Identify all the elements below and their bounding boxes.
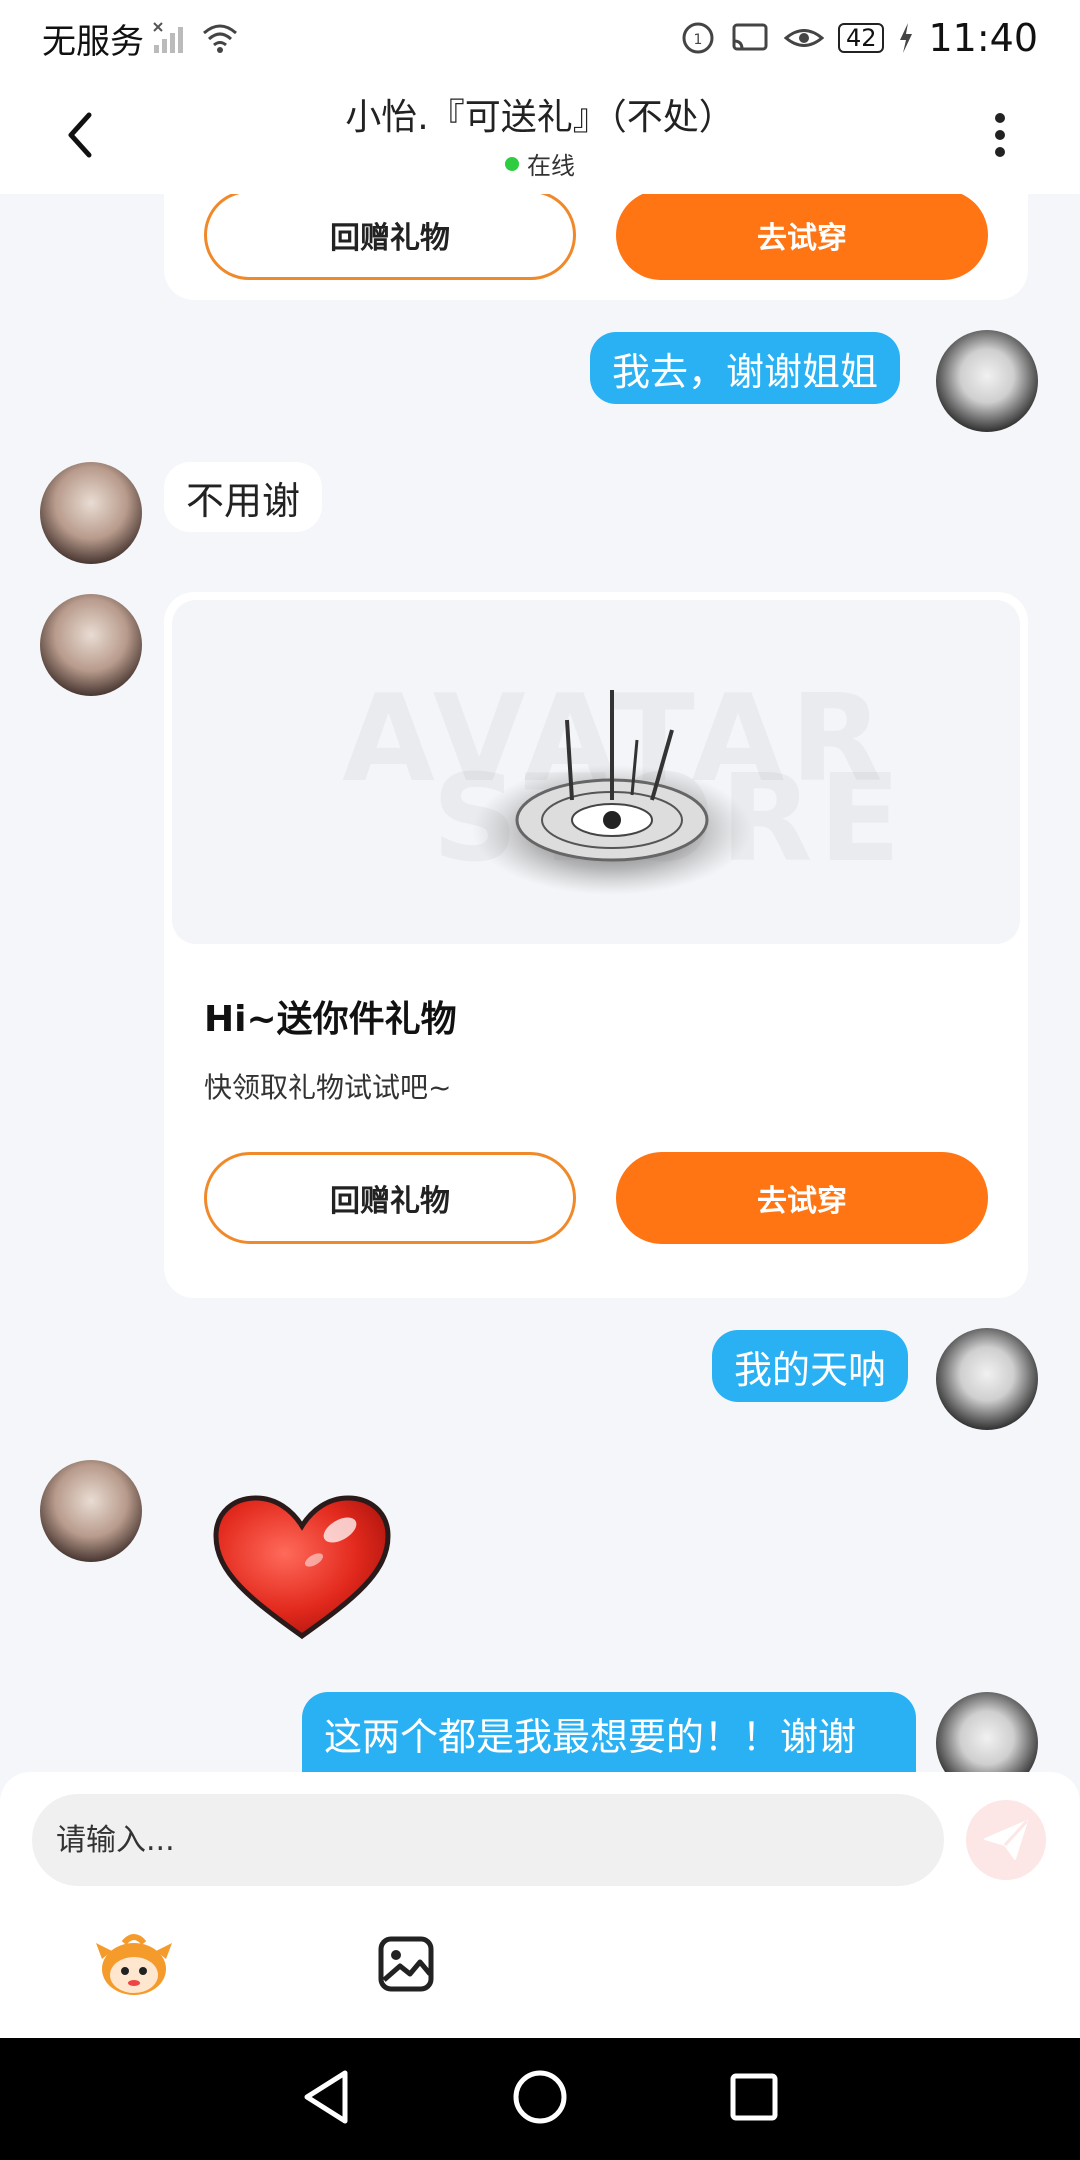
send-icon [984,1819,1029,1860]
status-bar: 无服务 1 42 11:40 [0,0,1080,76]
my-avatar[interactable] [936,330,1038,432]
charging-icon [898,23,914,53]
clock: 11:40 [928,16,1038,60]
gift-title: Hi~送你件礼物 [204,999,457,1040]
nav-back-button[interactable] [301,2069,351,2129]
image-icon [378,1936,434,1992]
contact-avatar[interactable] [40,594,142,696]
status-right: 1 42 11:40 [680,16,1038,60]
triangle-back-icon [304,2070,348,2124]
gift-card-previous: 回赠礼物 去试穿 [164,194,1028,300]
svg-text:1: 1 [693,32,702,48]
signal-off-icon [152,21,192,55]
online-label: 在线 [527,152,575,180]
heart-sticker-icon[interactable] [210,1494,394,1644]
message-bubble-outgoing[interactable]: 我去，谢谢姐姐 [590,332,901,404]
gift-image[interactable]: AVATAR STORE [172,600,1020,944]
magic-circle-item-icon [472,690,752,895]
data-saver-icon: 1 [680,20,716,56]
chat-header: 小怡.『可送礼』（不处） 在线 [0,76,1080,194]
emoji-mascot-icon [96,1934,172,1995]
return-gift-button[interactable]: 回赠礼物 [204,1152,576,1244]
my-avatar[interactable] [936,1692,1038,1772]
message-input[interactable] [32,1794,944,1886]
gift-subtitle: 快领取礼物试试吧~ [204,1071,452,1104]
message-bubble-incoming[interactable]: 不用谢 [164,462,323,532]
carrier-text: 无服务 [42,21,144,62]
online-dot-icon [505,156,519,171]
try-on-button[interactable]: 去试穿 [616,194,988,280]
chevron-left-icon [68,112,92,158]
send-button[interactable] [966,1800,1046,1880]
more-vertical-icon [995,113,1005,157]
contact-name: 小怡.『可送礼』（不处） [345,97,735,138]
cast-icon [730,21,770,55]
image-picker-button[interactable] [364,1922,448,2006]
contact-avatar[interactable] [40,1460,142,1562]
square-recents-icon [730,2073,778,2121]
message-composer [0,1772,1080,2038]
gift-card[interactable]: AVATAR STORE [164,592,1028,1298]
circle-home-icon [513,2070,567,2124]
nav-home-button[interactable] [512,2069,568,2129]
my-avatar[interactable] [936,1328,1038,1430]
more-options-button[interactable] [960,95,1040,175]
message-bubble-outgoing[interactable]: 这两个都是我最想要的！！谢谢 [302,1692,916,1772]
wifi-icon [200,21,240,55]
try-on-button[interactable]: 去试穿 [616,1152,988,1244]
back-button[interactable] [40,95,120,175]
chat-thread[interactable]: 回赠礼物 去试穿 我去，谢谢姐姐 不用谢 AVATAR STORE [0,194,1080,1772]
eye-comfort-icon [783,21,824,55]
contact-avatar[interactable] [40,462,142,564]
header-center: 小怡.『可送礼』（不处） 在线 [0,88,1080,181]
battery-indicator: 42 [837,23,885,53]
return-gift-button[interactable]: 回赠礼物 [204,194,576,280]
online-status: 在线 [0,146,1080,181]
system-navigation-bar [0,2038,1080,2160]
status-left: 无服务 [42,14,240,63]
emoji-mascot-button[interactable] [92,1922,176,2006]
nav-recents-button[interactable] [729,2072,779,2126]
message-bubble-outgoing[interactable]: 我的天呐 [712,1330,909,1402]
